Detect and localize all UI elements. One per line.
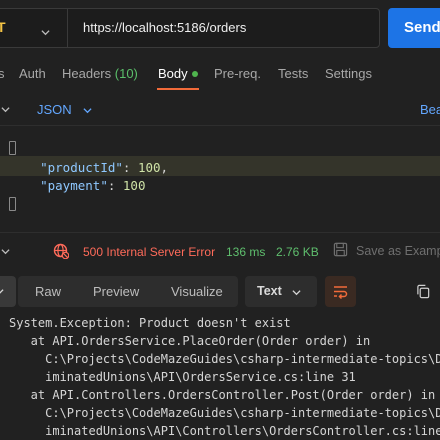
save-as-example-button[interactable]: Save as Examp [356,244,440,258]
tab-visualize[interactable]: Visualize [171,284,223,299]
active-tab-indicator [157,88,199,90]
tab-headers-label: Headers [62,66,112,81]
tab-settings[interactable]: Settings [325,66,372,81]
status-code: 500 Internal Server Error [83,245,216,259]
response-line: C:\Projects\CodeMazeGuides\csharp-interm… [9,352,440,366]
code-value: 100 [122,178,146,193]
save-icon[interactable] [333,242,348,257]
chevron-down-icon [0,289,4,294]
code-line-2: "payment": 100 [10,178,145,193]
dot-icon [192,71,198,77]
tab-pretty[interactable] [0,276,16,307]
chevron-down-icon[interactable] [1,247,10,256]
language-select[interactable]: JSON [37,102,72,117]
url-input[interactable]: https://localhost:5186/orders [83,20,246,35]
wrap-lines-button[interactable] [325,276,356,307]
beautify-link[interactable]: Bea [420,102,440,117]
code-comma: , [160,160,169,175]
code-key: "productId" [40,160,123,175]
url-bar: T https://localhost:5186/orders [0,8,380,48]
tab-preview[interactable]: Preview [93,284,139,299]
tab-prereq[interactable]: Pre-req. [214,66,261,81]
url-divider [67,9,68,47]
response-time: 136 ms [226,245,266,259]
method-select[interactable]: T [0,19,6,35]
tab-auth[interactable]: Auth [19,66,46,81]
send-button[interactable]: Send [388,8,440,48]
copy-icon[interactable] [416,284,431,299]
response-line: System.Exception: Product doesn't exist [9,316,291,330]
chevron-down-icon[interactable] [83,106,92,115]
response-size: 2.76 KB [276,245,319,259]
response-line: at API.OrdersService.PlaceOrder(Order or… [9,334,371,348]
wrap-lines-icon [334,286,348,300]
code-key: "payment" [40,178,108,193]
format-select[interactable]: Text [245,276,317,307]
response-line: iminatedUnions\API\OrdersService.cs:line… [9,370,356,384]
tab-headers[interactable]: Headers (10) [62,66,138,81]
response-line: iminatedUnions\API\Controllers\OrdersCon… [9,424,440,438]
code-value: 100 [137,160,161,175]
bracket-marker-icon [9,141,16,155]
tab-body[interactable]: Body [158,66,188,81]
tab-params[interactable]: s [0,66,5,81]
chevron-down-icon[interactable] [1,105,10,114]
bracket-marker-icon [9,197,16,211]
send-button-label: Send [404,19,440,36]
globe-error-icon [53,243,69,259]
response-line: C:\Projects\CodeMazeGuides\csharp-interm… [9,406,440,420]
response-line: at API.Controllers.OrdersController.Post… [9,388,436,402]
tab-raw[interactable]: Raw [35,284,61,299]
code-line-1: "productId": 100, [10,160,168,175]
format-select-label: Text [257,284,282,298]
chevron-down-icon[interactable] [41,28,50,37]
tab-headers-count: (10) [114,66,138,81]
chevron-down-icon [292,290,301,296]
code-colon: : [107,178,123,193]
tab-tests[interactable]: Tests [278,66,308,81]
code-colon: : [122,160,138,175]
